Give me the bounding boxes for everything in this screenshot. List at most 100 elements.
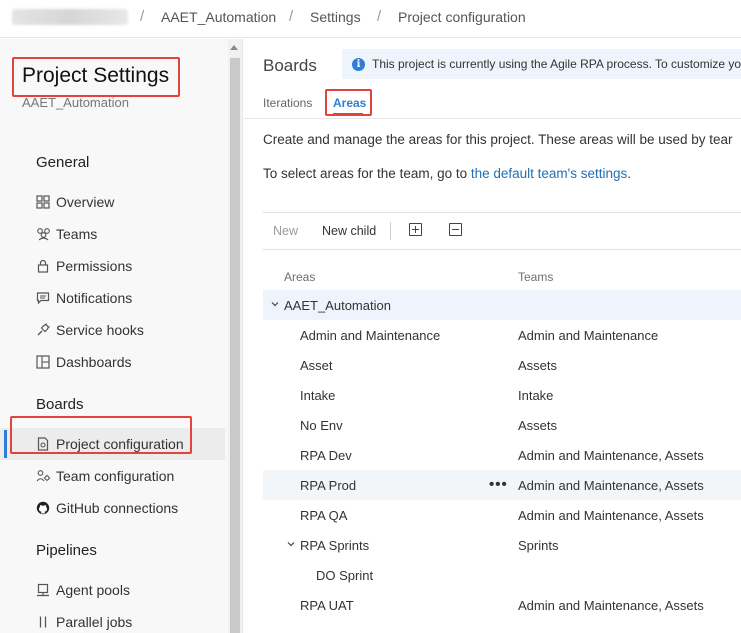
teams-cell: Admin and Maintenance, Assets <box>518 448 704 463</box>
breadcrumb-separator: / <box>377 8 382 25</box>
toolbar-separator <box>390 222 391 240</box>
table-row[interactable]: RPA QA Admin and Maintenance, Assets <box>263 500 741 530</box>
area-name-cell: RPA UAT <box>300 598 354 613</box>
sidebar-item-label: Notifications <box>56 290 133 306</box>
column-header-teams[interactable]: Teams <box>518 270 553 284</box>
toolbar-top-border <box>263 212 741 213</box>
main-content: Boards i This project is currently using… <box>244 39 741 633</box>
team-settings-suffix: . <box>627 166 632 181</box>
teams-cell: Admin and Maintenance <box>518 328 659 343</box>
teams-cell: Admin and Maintenance, Assets <box>518 598 704 613</box>
sidebar-scroll-thumb[interactable] <box>230 58 240 633</box>
sidebar-item-project-configuration[interactable]: Project configuration <box>0 428 225 460</box>
table-row[interactable]: Asset Assets <box>263 350 741 380</box>
table-row[interactable]: RPA Sprints Sprints <box>263 530 741 560</box>
info-banner: i This project is currently using the Ag… <box>342 49 741 79</box>
sidebar-project-name: AAET_Automation <box>22 95 129 110</box>
sidebar-item-notifications[interactable]: Notifications <box>0 282 225 314</box>
area-name-cell: RPA Sprints <box>300 538 370 553</box>
teams-cell: Admin and Maintenance, Assets <box>518 478 704 493</box>
section-heading-general: General <box>36 154 90 171</box>
active-tab-indicator <box>333 113 363 115</box>
dashboard-icon <box>36 355 56 369</box>
overview-icon <box>36 195 56 209</box>
more-actions-icon[interactable]: ••• <box>489 476 508 493</box>
area-name-cell: Intake <box>300 388 336 403</box>
teams-icon <box>36 227 56 241</box>
area-name-cell: DO Sprint <box>316 568 374 583</box>
team-config-icon <box>36 469 56 483</box>
area-name-cell: RPA Prod <box>300 478 357 493</box>
section-heading-boards: Boards <box>36 396 84 413</box>
sidebar-item-agent-pools[interactable]: Agent pools <box>0 574 225 606</box>
sidebar-item-github-connections[interactable]: GitHub connections <box>0 492 225 524</box>
teams-cell: Admin and Maintenance, Assets <box>518 508 704 523</box>
sidebar-item-teams[interactable]: Teams <box>0 218 225 250</box>
breadcrumb-current: Project configuration <box>398 9 526 25</box>
expand-all-icon[interactable] <box>409 223 422 236</box>
sidebar-item-label: Teams <box>56 226 98 242</box>
table-row[interactable]: RPA Prod ••• Admin and Maintenance, Assets <box>263 470 741 500</box>
sidebar-item-parallel-jobs[interactable]: Parallel jobs <box>0 606 225 633</box>
page-title: Boards <box>263 56 317 75</box>
sidebar-item-permissions[interactable]: Permissions <box>0 250 225 282</box>
tabs-divider <box>244 118 741 119</box>
sidebar-item-label: Project configuration <box>56 436 184 452</box>
collapse-all-icon[interactable] <box>449 223 462 236</box>
sidebar-item-service-hooks[interactable]: Service hooks <box>0 314 225 346</box>
github-icon <box>36 501 56 515</box>
table-row[interactable]: Intake Intake <box>263 380 741 410</box>
info-icon: i <box>352 57 365 71</box>
chevron-down-icon[interactable] <box>270 299 280 309</box>
area-name-cell: RPA QA <box>300 508 348 523</box>
teams-cell: Assets <box>518 418 558 433</box>
team-settings-prefix: To select areas for the team, go to <box>263 166 471 181</box>
table-row[interactable]: DO Sprint <box>263 560 741 590</box>
teams-cell: Intake <box>518 388 554 403</box>
area-name-cell: No Env <box>300 418 343 433</box>
service-hooks-icon <box>36 323 56 337</box>
sidebar-item-label: GitHub connections <box>56 500 179 516</box>
sidebar-item-label: Dashboards <box>56 354 132 370</box>
sidebar-item-label: Agent pools <box>56 582 130 598</box>
sidebar-item-dashboards[interactable]: Dashboards <box>0 346 225 378</box>
breadcrumb-project[interactable]: AAET_Automation <box>161 9 276 25</box>
default-team-settings-link[interactable]: the default team's settings <box>471 166 627 181</box>
breadcrumb-org-redacted[interactable] <box>12 9 128 25</box>
new-child-button[interactable]: New child <box>322 224 376 238</box>
breadcrumb-separator: / <box>289 8 294 25</box>
notification-icon <box>36 291 56 305</box>
scroll-up-arrow-icon[interactable] <box>230 45 238 50</box>
teams-cell: Sprints <box>518 538 559 553</box>
table-row[interactable]: RPA UAT Admin and Maintenance, Assets <box>263 590 741 620</box>
tab-areas[interactable]: Areas <box>333 96 366 110</box>
areas-description: Create and manage the areas for this pro… <box>263 132 733 147</box>
chevron-down-icon[interactable] <box>286 539 296 549</box>
sidebar-item-label: Parallel jobs <box>56 614 133 630</box>
toolbar-bottom-border <box>263 249 741 250</box>
sidebar-item-label: Service hooks <box>56 322 144 338</box>
table-row[interactable]: AAET_Automation <box>263 290 741 320</box>
agent-pools-icon <box>36 583 56 597</box>
sidebar-item-team-configuration[interactable]: Team configuration <box>0 460 225 492</box>
table-row[interactable]: Admin and Maintenance Admin and Maintenan… <box>263 320 741 350</box>
sidebar-title: Project Settings <box>22 64 170 87</box>
section-heading-pipelines: Pipelines <box>36 542 97 559</box>
teams-cell: Assets <box>518 358 558 373</box>
new-button[interactable]: New <box>273 224 298 238</box>
tab-iterations[interactable]: Iterations <box>263 96 312 110</box>
sidebar-item-label: Overview <box>56 194 115 210</box>
breadcrumb-settings[interactable]: Settings <box>310 9 361 25</box>
table-row[interactable]: No Env Assets <box>263 410 741 440</box>
area-name-cell: RPA Dev <box>300 448 352 463</box>
table-row[interactable]: RPA Dev Admin and Maintenance, Assets <box>263 440 741 470</box>
parallel-jobs-icon <box>36 615 56 629</box>
sidebar-item-overview[interactable]: Overview <box>0 186 225 218</box>
breadcrumb: / AAET_Automation / Settings / Project c… <box>0 0 741 38</box>
sidebar-item-label: Permissions <box>56 258 133 274</box>
area-name-cell: AAET_Automation <box>284 298 391 313</box>
column-header-areas[interactable]: Areas <box>284 270 315 284</box>
project-config-icon <box>36 437 56 451</box>
settings-sidebar: Project Settings AAET_Automation General… <box>0 39 243 633</box>
area-name-cell: Asset <box>300 358 333 373</box>
